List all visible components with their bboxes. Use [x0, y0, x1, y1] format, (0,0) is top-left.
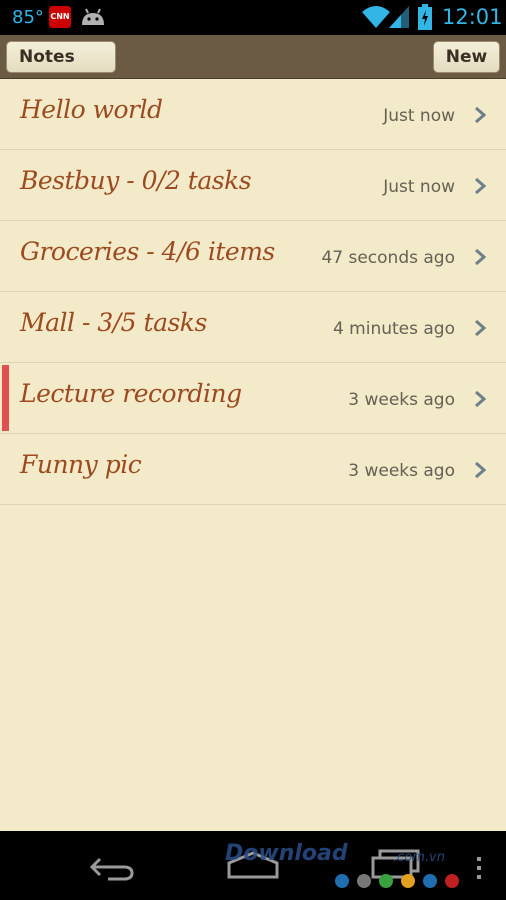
note-row[interactable]: Mall - 3/5 tasks 4 minutes ago — [0, 292, 506, 363]
note-row[interactable]: Lecture recording 3 weeks ago — [0, 363, 506, 434]
chevron-right-icon — [475, 177, 486, 195]
note-title: Mall - 3/5 tasks — [20, 308, 207, 337]
cnn-icon: CNN — [49, 6, 71, 28]
note-row[interactable]: Funny pic 3 weeks ago — [0, 434, 506, 505]
header-bar: Notes (6) New — [0, 35, 506, 97]
note-row[interactable]: Bestbuy - 0/2 tasks Just now — [0, 150, 506, 221]
chevron-right-icon — [475, 106, 486, 124]
note-time: 47 seconds ago — [321, 248, 455, 268]
signal-icon — [389, 6, 409, 28]
android-icon — [82, 8, 104, 25]
watermark-text: Download — [225, 841, 348, 866]
notes-list: Hello world Just now Bestbuy - 0/2 tasks… — [0, 79, 506, 831]
note-title: Bestbuy - 0/2 tasks — [20, 166, 252, 195]
new-note-button[interactable]: New — [433, 41, 500, 73]
battery-icon — [418, 4, 432, 30]
note-row[interactable]: Groceries - 4/6 items 47 seconds ago — [0, 221, 506, 292]
notes-button[interactable]: Notes (6) — [6, 41, 116, 97]
note-title: Groceries - 4/6 items — [20, 237, 275, 266]
note-title: Funny pic — [20, 450, 142, 479]
wifi-icon — [362, 6, 390, 28]
note-title: Lecture recording — [20, 379, 242, 408]
chevron-right-icon — [475, 390, 486, 408]
watermark-dots — [335, 874, 459, 888]
watermark-suffix: .com.vn — [393, 850, 445, 865]
flag-marker — [2, 365, 9, 431]
back-icon[interactable] — [88, 853, 136, 881]
note-title: Hello world — [20, 95, 163, 124]
temperature-text: 85° — [12, 7, 44, 28]
clock-text: 12:01 — [442, 5, 503, 29]
note-time: Just now — [383, 106, 455, 126]
chevron-right-icon — [475, 461, 486, 479]
navigation-bar: Download .com.vn — [0, 831, 506, 900]
note-time: 3 weeks ago — [348, 461, 455, 481]
status-bar: 85° CNN 12:01 — [0, 0, 506, 35]
chevron-right-icon — [475, 248, 486, 266]
overflow-menu-icon[interactable] — [476, 857, 482, 879]
note-time: 3 weeks ago — [348, 390, 455, 410]
note-row[interactable]: Hello world Just now — [0, 79, 506, 150]
note-time: 4 minutes ago — [332, 319, 455, 339]
chevron-right-icon — [475, 319, 486, 337]
note-time: Just now — [383, 177, 455, 197]
